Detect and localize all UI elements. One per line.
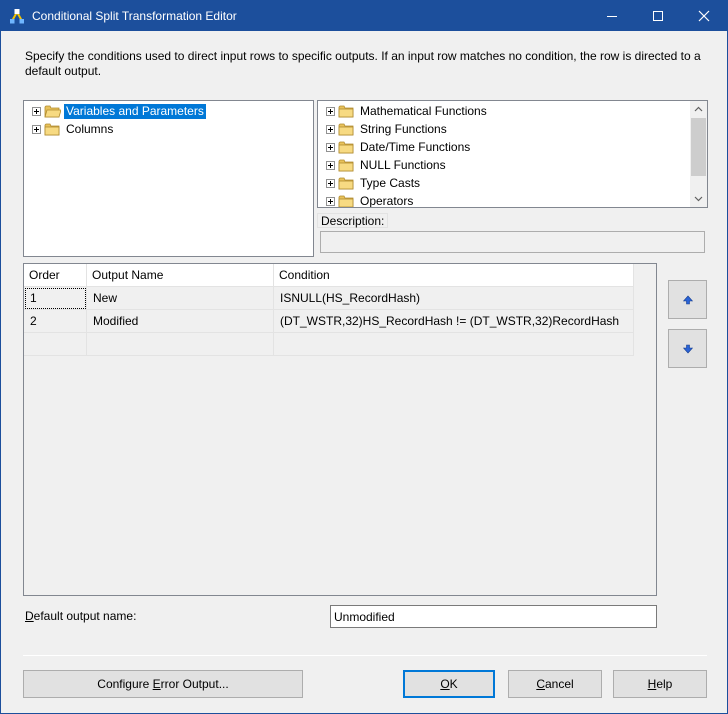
tree-node-label: Variables and Parameters: [64, 104, 206, 119]
folder-icon: [44, 105, 61, 118]
description-label: Description:: [317, 213, 389, 228]
grid-header-row: Order Output Name Condition: [24, 264, 634, 287]
conditional-split-icon: [10, 9, 24, 24]
divider: [23, 655, 707, 656]
column-header-output-name[interactable]: Output Name: [87, 264, 274, 287]
folder-icon: [338, 177, 354, 190]
button-text: Configure: [97, 677, 153, 691]
button-mnemonic: O: [440, 677, 450, 691]
arrow-up-icon: [683, 295, 693, 305]
plus-expander-icon[interactable]: [326, 107, 335, 116]
close-icon: [698, 10, 710, 22]
folder-icon: [44, 123, 60, 136]
button-text: ancel: [544, 677, 574, 691]
move-up-button[interactable]: [668, 280, 707, 319]
default-output-label: Default output name:: [25, 609, 136, 623]
tree-node-label: String Functions: [360, 122, 447, 136]
chevron-up-icon: [694, 106, 703, 112]
plus-expander-icon[interactable]: [326, 197, 335, 206]
tree-node-label: Mathematical Functions: [360, 104, 487, 118]
tree-node-label: Operators: [360, 194, 414, 208]
conditions-grid[interactable]: Order Output Name Condition 1 New ISNULL…: [23, 263, 657, 596]
tree-node-label: NULL Functions: [360, 158, 446, 172]
minimize-button[interactable]: [589, 1, 635, 31]
configure-error-output-button[interactable]: Configure Error Output...: [23, 670, 303, 698]
tree-node-label: Date/Time Functions: [360, 140, 471, 154]
column-header-order[interactable]: Order: [24, 264, 87, 287]
plus-expander-icon[interactable]: [32, 107, 41, 116]
cell-output-name[interactable]: Modified: [87, 310, 274, 333]
folder-icon: [338, 105, 354, 118]
folder-icon: [338, 123, 354, 136]
scrollbar-thumb[interactable]: [691, 118, 706, 176]
default-output-name-input[interactable]: [330, 605, 657, 628]
cell-condition[interactable]: (DT_WSTR,32)HS_RecordHash != (DT_WSTR,32…: [274, 310, 634, 333]
ok-button[interactable]: OK: [403, 670, 495, 698]
cancel-button[interactable]: Cancel: [508, 670, 602, 698]
folder-icon: [338, 159, 354, 172]
maximize-button[interactable]: [635, 1, 681, 31]
title-bar[interactable]: Conditional Split Transformation Editor: [1, 1, 727, 31]
plus-expander-icon[interactable]: [326, 143, 335, 152]
cell-order[interactable]: 1: [24, 287, 87, 310]
close-button[interactable]: [681, 1, 727, 31]
variables-columns-tree[interactable]: Variables and Parameters Columns: [23, 100, 314, 257]
default-output-label-text: efault output name:: [33, 609, 137, 623]
minimize-icon: [607, 16, 617, 17]
cell-order[interactable]: [24, 333, 87, 356]
tree-node-label: Columns: [66, 122, 114, 136]
folder-icon: [338, 141, 354, 154]
arrow-down-icon: [683, 344, 693, 354]
plus-expander-icon[interactable]: [326, 125, 335, 134]
move-down-button[interactable]: [668, 329, 707, 368]
functions-tree[interactable]: Mathematical Functions String Functions …: [317, 100, 708, 208]
table-row[interactable]: 2 Modified (DT_WSTR,32)HS_RecordHash != …: [24, 310, 634, 333]
default-output-label-mnemonic: D: [25, 609, 34, 623]
table-row-new[interactable]: [24, 333, 634, 356]
cell-output-name[interactable]: New: [87, 287, 274, 310]
window-title: Conditional Split Transformation Editor: [32, 9, 237, 23]
scroll-down-button[interactable]: [690, 190, 707, 207]
folder-icon: [338, 195, 354, 207]
cell-order[interactable]: 2: [24, 310, 87, 333]
dialog-window: Conditional Split Transformation Editor …: [0, 0, 728, 714]
plus-expander-icon[interactable]: [326, 179, 335, 188]
button-text: K: [449, 677, 458, 691]
button-text: elp: [656, 677, 673, 691]
description-box: [320, 231, 705, 253]
tree-node-label: Type Casts: [360, 176, 421, 190]
table-row[interactable]: 1 New ISNULL(HS_RecordHash): [24, 287, 634, 310]
cell-output-name[interactable]: [87, 333, 274, 356]
button-text: rror Output...: [160, 677, 229, 691]
cell-condition[interactable]: ISNULL(HS_RecordHash): [274, 287, 634, 310]
chevron-down-icon: [694, 196, 703, 202]
plus-expander-icon[interactable]: [326, 161, 335, 170]
cell-condition[interactable]: [274, 333, 634, 356]
scroll-up-button[interactable]: [690, 101, 707, 118]
plus-expander-icon[interactable]: [32, 125, 41, 134]
vertical-scrollbar[interactable]: [690, 101, 707, 207]
button-mnemonic: E: [152, 677, 161, 691]
help-button[interactable]: Help: [613, 670, 707, 698]
intro-text: Specify the conditions used to direct in…: [25, 49, 701, 78]
column-header-condition[interactable]: Condition: [274, 264, 634, 287]
maximize-icon: [653, 11, 663, 21]
button-mnemonic: C: [536, 677, 545, 691]
